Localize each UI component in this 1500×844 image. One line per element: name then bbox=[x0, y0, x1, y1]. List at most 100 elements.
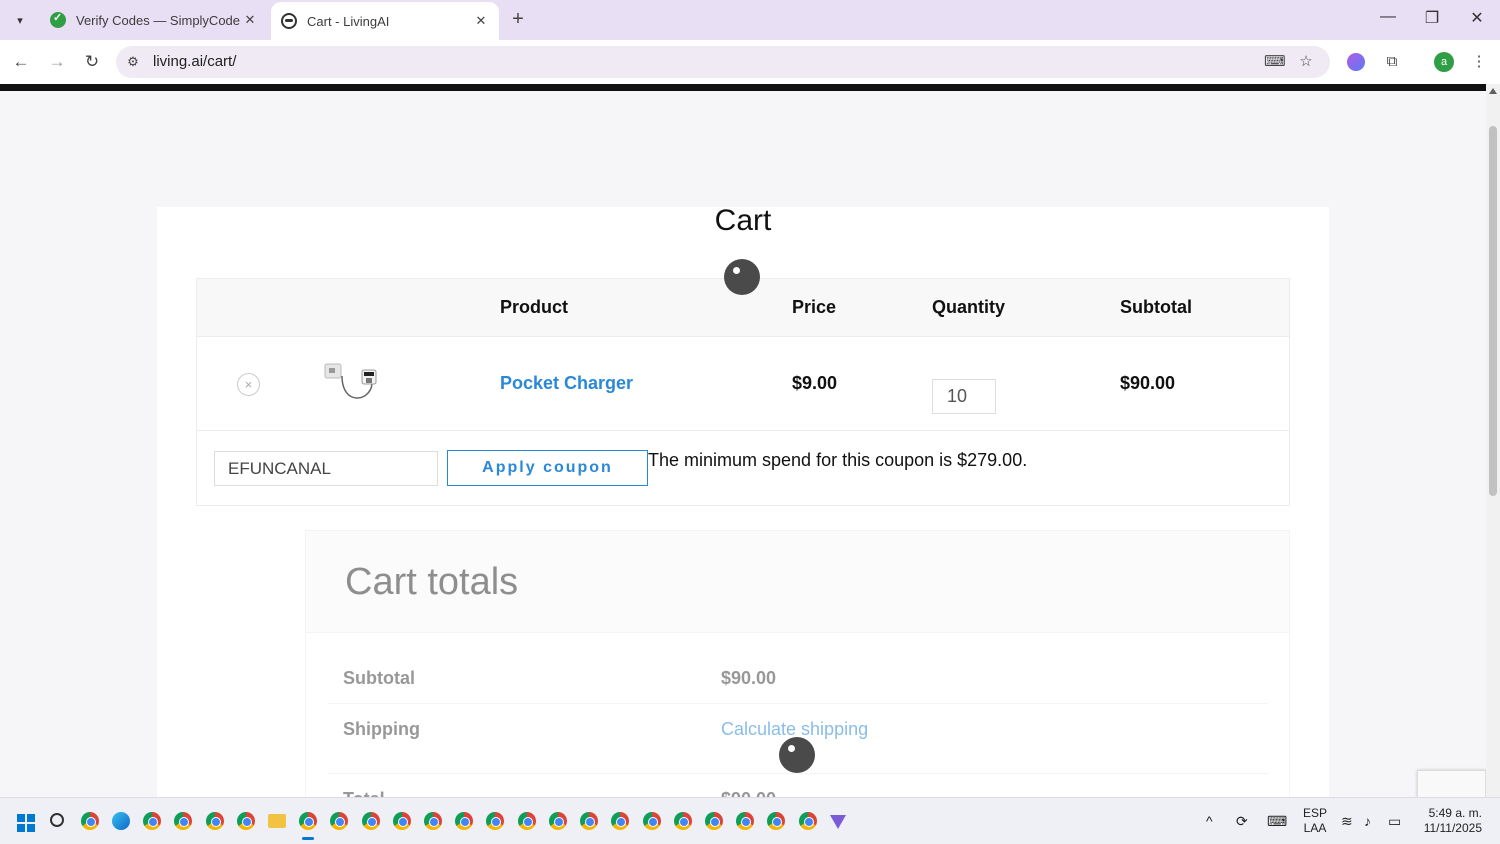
chrome-icon[interactable] bbox=[486, 812, 504, 830]
sync-icon[interactable]: ⟳ bbox=[1236, 813, 1248, 830]
tab-search-chevron-icon[interactable]: ▾ bbox=[8, 8, 32, 32]
chrome-icon[interactable] bbox=[767, 812, 785, 830]
chrome-icon[interactable] bbox=[330, 812, 348, 830]
active-app-indicator bbox=[302, 837, 314, 840]
page-scrollbar[interactable] bbox=[1486, 84, 1500, 797]
product-name-link[interactable]: Pocket Charger bbox=[500, 373, 633, 394]
simplycodes-favicon-icon bbox=[50, 11, 66, 28]
extensions-puzzle-icon[interactable]: ⧉ bbox=[1382, 52, 1402, 72]
file-explorer-icon[interactable] bbox=[268, 814, 286, 828]
menu-kebab-icon[interactable]: ⋮ bbox=[1469, 52, 1489, 72]
coupon-error-message: The minimum spend for this coupon is $27… bbox=[648, 450, 1028, 470]
windows-start-icon[interactable] bbox=[17, 814, 35, 832]
url-text: living.ai/cart/ bbox=[153, 53, 237, 70]
column-header-subtotal: Subtotal bbox=[1120, 297, 1192, 317]
chrome-icon[interactable] bbox=[705, 812, 723, 830]
scrollbar-thumb[interactable] bbox=[1489, 126, 1497, 496]
clock-time: 5:49 a. m. bbox=[1428, 806, 1482, 820]
chrome-icon[interactable] bbox=[549, 812, 567, 830]
divider bbox=[197, 336, 1289, 337]
app-v-icon[interactable] bbox=[830, 815, 846, 829]
minimize-icon[interactable]: — bbox=[1373, 8, 1403, 26]
bookmark-star-icon[interactable]: ☆ bbox=[1296, 52, 1316, 72]
close-tab-icon[interactable]: ✕ bbox=[471, 13, 491, 29]
chrome-icon[interactable] bbox=[580, 812, 598, 830]
item-price: $9.00 bbox=[792, 373, 838, 393]
column-header-quantity: Quantity bbox=[932, 297, 1006, 317]
chrome-icon[interactable] bbox=[643, 812, 661, 830]
chrome-icon[interactable] bbox=[736, 812, 754, 830]
chrome-icon[interactable] bbox=[455, 812, 473, 830]
chrome-icon[interactable] bbox=[393, 812, 411, 830]
totals-subtotal-label: Subtotal bbox=[343, 668, 415, 688]
clock-date: 11/11/2025 bbox=[1423, 821, 1482, 835]
chrome-icon[interactable] bbox=[518, 812, 536, 830]
column-header-product: Product bbox=[500, 297, 569, 317]
show-hidden-icons-chevron-icon[interactable]: ^ bbox=[1206, 813, 1213, 829]
wifi-icon[interactable]: ≋ bbox=[1341, 813, 1353, 830]
input-language[interactable]: ESP LAA bbox=[1303, 806, 1327, 836]
chrome-icon[interactable] bbox=[206, 812, 224, 830]
divider bbox=[328, 773, 1268, 774]
reload-icon[interactable]: ↻ bbox=[81, 51, 103, 73]
totals-total-label: Total bbox=[343, 789, 385, 797]
keyboard-layout-code: LAA bbox=[1303, 821, 1327, 835]
edge-icon[interactable] bbox=[112, 812, 130, 830]
divider bbox=[328, 703, 1268, 704]
windows-taskbar: ^ ⟳ ⌨ ESP LAA ≋ ♪ ▭ 5:49 a. m. 11/11/202… bbox=[0, 797, 1500, 844]
address-bar[interactable]: ⚙ living.ai/cart/ ⌨ ☆ bbox=[116, 46, 1330, 78]
close-tab-icon[interactable]: ✕ bbox=[240, 12, 260, 28]
back-arrow-icon[interactable]: ← bbox=[10, 51, 32, 73]
chrome-icon[interactable] bbox=[81, 812, 99, 830]
tab-simplycodes[interactable]: Verify Codes — SimplyCodes ✕ bbox=[40, 0, 268, 40]
forward-arrow-icon[interactable]: → bbox=[46, 51, 68, 73]
site-settings-icon[interactable]: ⚙ bbox=[124, 53, 142, 71]
chrome-icon[interactable] bbox=[174, 812, 192, 830]
column-header-price: Price bbox=[792, 297, 837, 317]
new-tab-plus-icon[interactable]: + bbox=[506, 8, 530, 32]
chrome-icon[interactable] bbox=[799, 812, 817, 830]
tab-strip: ▾ Verify Codes — SimplyCodes ✕ Cart - Li… bbox=[0, 0, 1500, 40]
system-clock[interactable]: 5:49 a. m. 11/11/2025 bbox=[1418, 806, 1482, 836]
chrome-icon[interactable] bbox=[237, 812, 255, 830]
cart-totals-header: Cart totals bbox=[306, 531, 1289, 633]
loading-spinner-icon bbox=[724, 259, 760, 295]
copilot-icon[interactable] bbox=[1347, 53, 1365, 71]
recaptcha-badge[interactable] bbox=[1417, 770, 1486, 797]
chrome-icon[interactable] bbox=[424, 812, 442, 830]
chrome-icon[interactable] bbox=[143, 812, 161, 830]
close-window-icon[interactable]: ✕ bbox=[1462, 8, 1492, 28]
battery-icon[interactable]: ▭ bbox=[1388, 813, 1401, 830]
page-title: Cart bbox=[714, 204, 772, 237]
search-icon[interactable] bbox=[50, 813, 64, 827]
scroll-up-arrow-icon[interactable] bbox=[1489, 88, 1497, 94]
divider bbox=[197, 430, 1289, 431]
tab-livingai-cart[interactable]: Cart - LivingAI ✕ bbox=[271, 2, 499, 40]
profile-avatar[interactable]: a bbox=[1434, 52, 1454, 72]
totals-shipping-label: Shipping bbox=[343, 719, 420, 739]
totals-total-value: $90.00 bbox=[721, 789, 776, 797]
tab-title: Verify Codes — SimplyCodes bbox=[76, 12, 240, 28]
chrome-icon[interactable] bbox=[611, 812, 629, 830]
loading-spinner-icon bbox=[779, 737, 815, 773]
language-code: ESP bbox=[1303, 806, 1328, 820]
tab-title: Cart - LivingAI bbox=[307, 13, 390, 29]
apply-coupon-button[interactable]: Apply coupon bbox=[447, 450, 648, 486]
coupon-code-input[interactable] bbox=[214, 451, 438, 486]
browser-toolbar: ← → ↻ ⚙ living.ai/cart/ ⌨ ☆ ⧉ ⋮ bbox=[0, 40, 1500, 84]
cart-totals-title: Cart totals bbox=[345, 561, 519, 603]
product-thumbnail[interactable] bbox=[322, 356, 382, 416]
keyboard-icon[interactable]: ⌨ bbox=[1267, 813, 1287, 830]
header-border bbox=[0, 84, 1486, 91]
chrome-icon[interactable] bbox=[674, 812, 692, 830]
chrome-icon[interactable] bbox=[299, 812, 317, 830]
page-viewport: Cart Product Price Quantity Subtotal × P… bbox=[0, 84, 1486, 797]
chrome-icon[interactable] bbox=[362, 812, 380, 830]
translate-icon[interactable]: ⌨ bbox=[1264, 52, 1286, 72]
quantity-input[interactable] bbox=[932, 379, 996, 414]
remove-item-button[interactable]: × bbox=[237, 373, 260, 396]
totals-subtotal-value: $90.00 bbox=[721, 668, 777, 688]
livingai-favicon-icon bbox=[281, 13, 297, 29]
volume-icon[interactable]: ♪ bbox=[1364, 813, 1371, 829]
restore-icon[interactable]: ❐ bbox=[1417, 8, 1447, 28]
